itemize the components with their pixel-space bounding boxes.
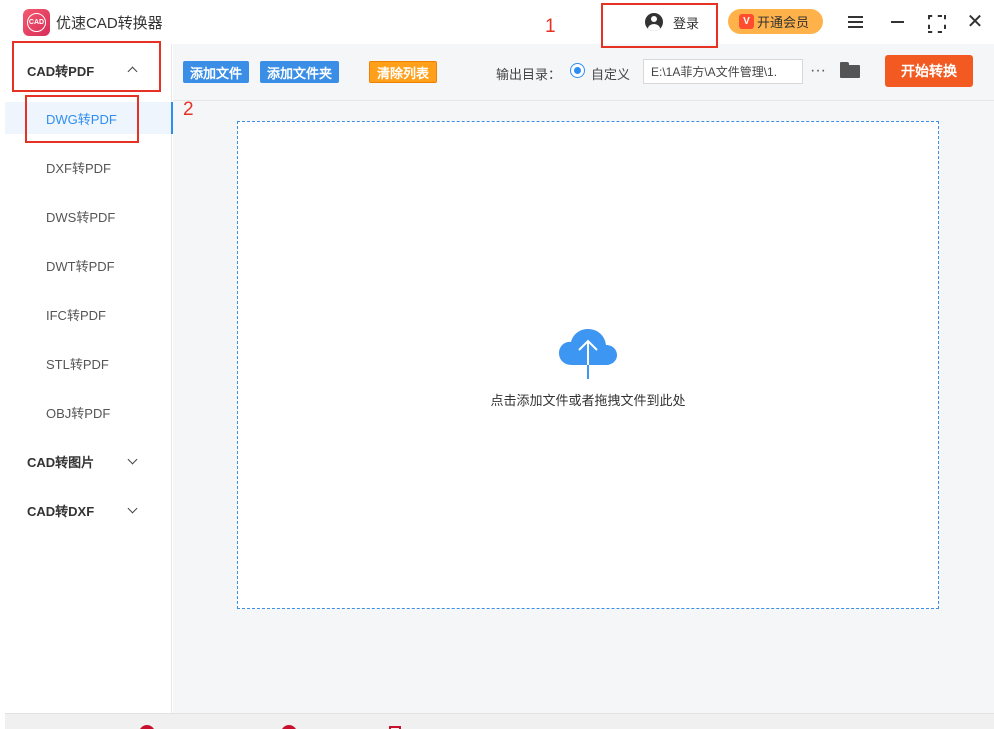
sidebar-item-dwt-to-pdf[interactable]: DWT转PDF: [5, 249, 172, 281]
main-panel: 添加文件 添加文件夹 清除列表 输出目录： 自定义 ··· 开始转换 点击添加文…: [173, 44, 994, 713]
add-file-button[interactable]: 添加文件: [183, 61, 250, 83]
toolbar: 添加文件 添加文件夹 清除列表 输出目录： 自定义 ··· 开始转换: [173, 44, 994, 101]
sidebar-group-label: CAD转DXF: [27, 503, 95, 519]
sidebar-item-label: DWS转PDF: [46, 209, 116, 225]
clear-list-button[interactable]: 清除列表: [369, 61, 438, 83]
custom-dir-radio[interactable]: [570, 63, 585, 78]
annotation-box-item: [25, 95, 139, 143]
annotation-number: 1: [545, 16, 556, 37]
sidebar-item-stl-to-pdf[interactable]: STL转PDF: [5, 347, 172, 379]
sidebar-item-obj-to-pdf[interactable]: OBJ转PDF: [5, 396, 172, 428]
vip-icon: V: [739, 14, 754, 29]
sidebar-group-label: CAD转图片: [27, 454, 95, 470]
file-drop-zone[interactable]: 点击添加文件或者拖拽文件到此处: [237, 121, 939, 609]
sidebar: CAD转PDF DWG转PDF DXF转PDF DWS转PDF DWT转PDF …: [5, 44, 173, 713]
chevron-down-icon: [127, 454, 138, 465]
status-bar: [5, 713, 994, 729]
app-window: CAD 优速CAD转换器 登录 V 开通会员 ✕ CAD转PDF DWG转PDF…: [0, 0, 994, 729]
sidebar-group-cad-to-image[interactable]: CAD转图片: [5, 446, 172, 476]
cloud-upload-icon: [559, 329, 617, 379]
add-folder-button[interactable]: 添加文件夹: [260, 61, 340, 83]
status-badge: [139, 725, 155, 729]
chevron-down-icon: [127, 503, 138, 514]
custom-dir-radio-label[interactable]: 自定义: [591, 64, 630, 83]
maximize-icon[interactable]: [923, 10, 947, 34]
start-convert-button[interactable]: 开始转换: [885, 55, 973, 87]
vip-button[interactable]: V 开通会员: [728, 9, 823, 34]
vip-label: 开通会员: [757, 15, 810, 30]
app-title: 优速CAD转换器: [56, 15, 163, 32]
annotation-number: 2: [183, 99, 194, 120]
app-logo: CAD: [23, 9, 50, 36]
app-logo-text: CAD: [27, 13, 46, 32]
annotation-box-group: [12, 41, 161, 92]
drop-zone-hint: 点击添加文件或者拖拽文件到此处: [490, 393, 686, 408]
folder-icon[interactable]: [840, 62, 860, 78]
sidebar-item-label: IFC转PDF: [46, 307, 106, 323]
title-bar: CAD 优速CAD转换器 登录 V 开通会员 ✕: [5, 0, 994, 44]
menu-icon[interactable]: [843, 10, 867, 34]
close-icon[interactable]: ✕: [963, 10, 987, 34]
status-badge: [281, 725, 297, 729]
minimize-icon[interactable]: [885, 10, 909, 34]
more-icon[interactable]: ···: [810, 62, 826, 80]
sidebar-item-label: STL转PDF: [46, 356, 109, 372]
sidebar-item-ifc-to-pdf[interactable]: IFC转PDF: [5, 298, 172, 330]
output-path-input[interactable]: [643, 59, 803, 84]
sidebar-item-label: DWT转PDF: [46, 258, 115, 274]
sidebar-item-label: DXF转PDF: [46, 160, 112, 176]
sidebar-item-label: OBJ转PDF: [46, 405, 111, 421]
output-dir-label: 输出目录：: [496, 67, 562, 82]
sidebar-group-cad-to-dxf[interactable]: CAD转DXF: [5, 495, 172, 525]
sidebar-item-dws-to-pdf[interactable]: DWS转PDF: [5, 200, 172, 232]
sidebar-item-dxf-to-pdf[interactable]: DXF转PDF: [5, 151, 172, 183]
annotation-box-login: [601, 3, 718, 48]
